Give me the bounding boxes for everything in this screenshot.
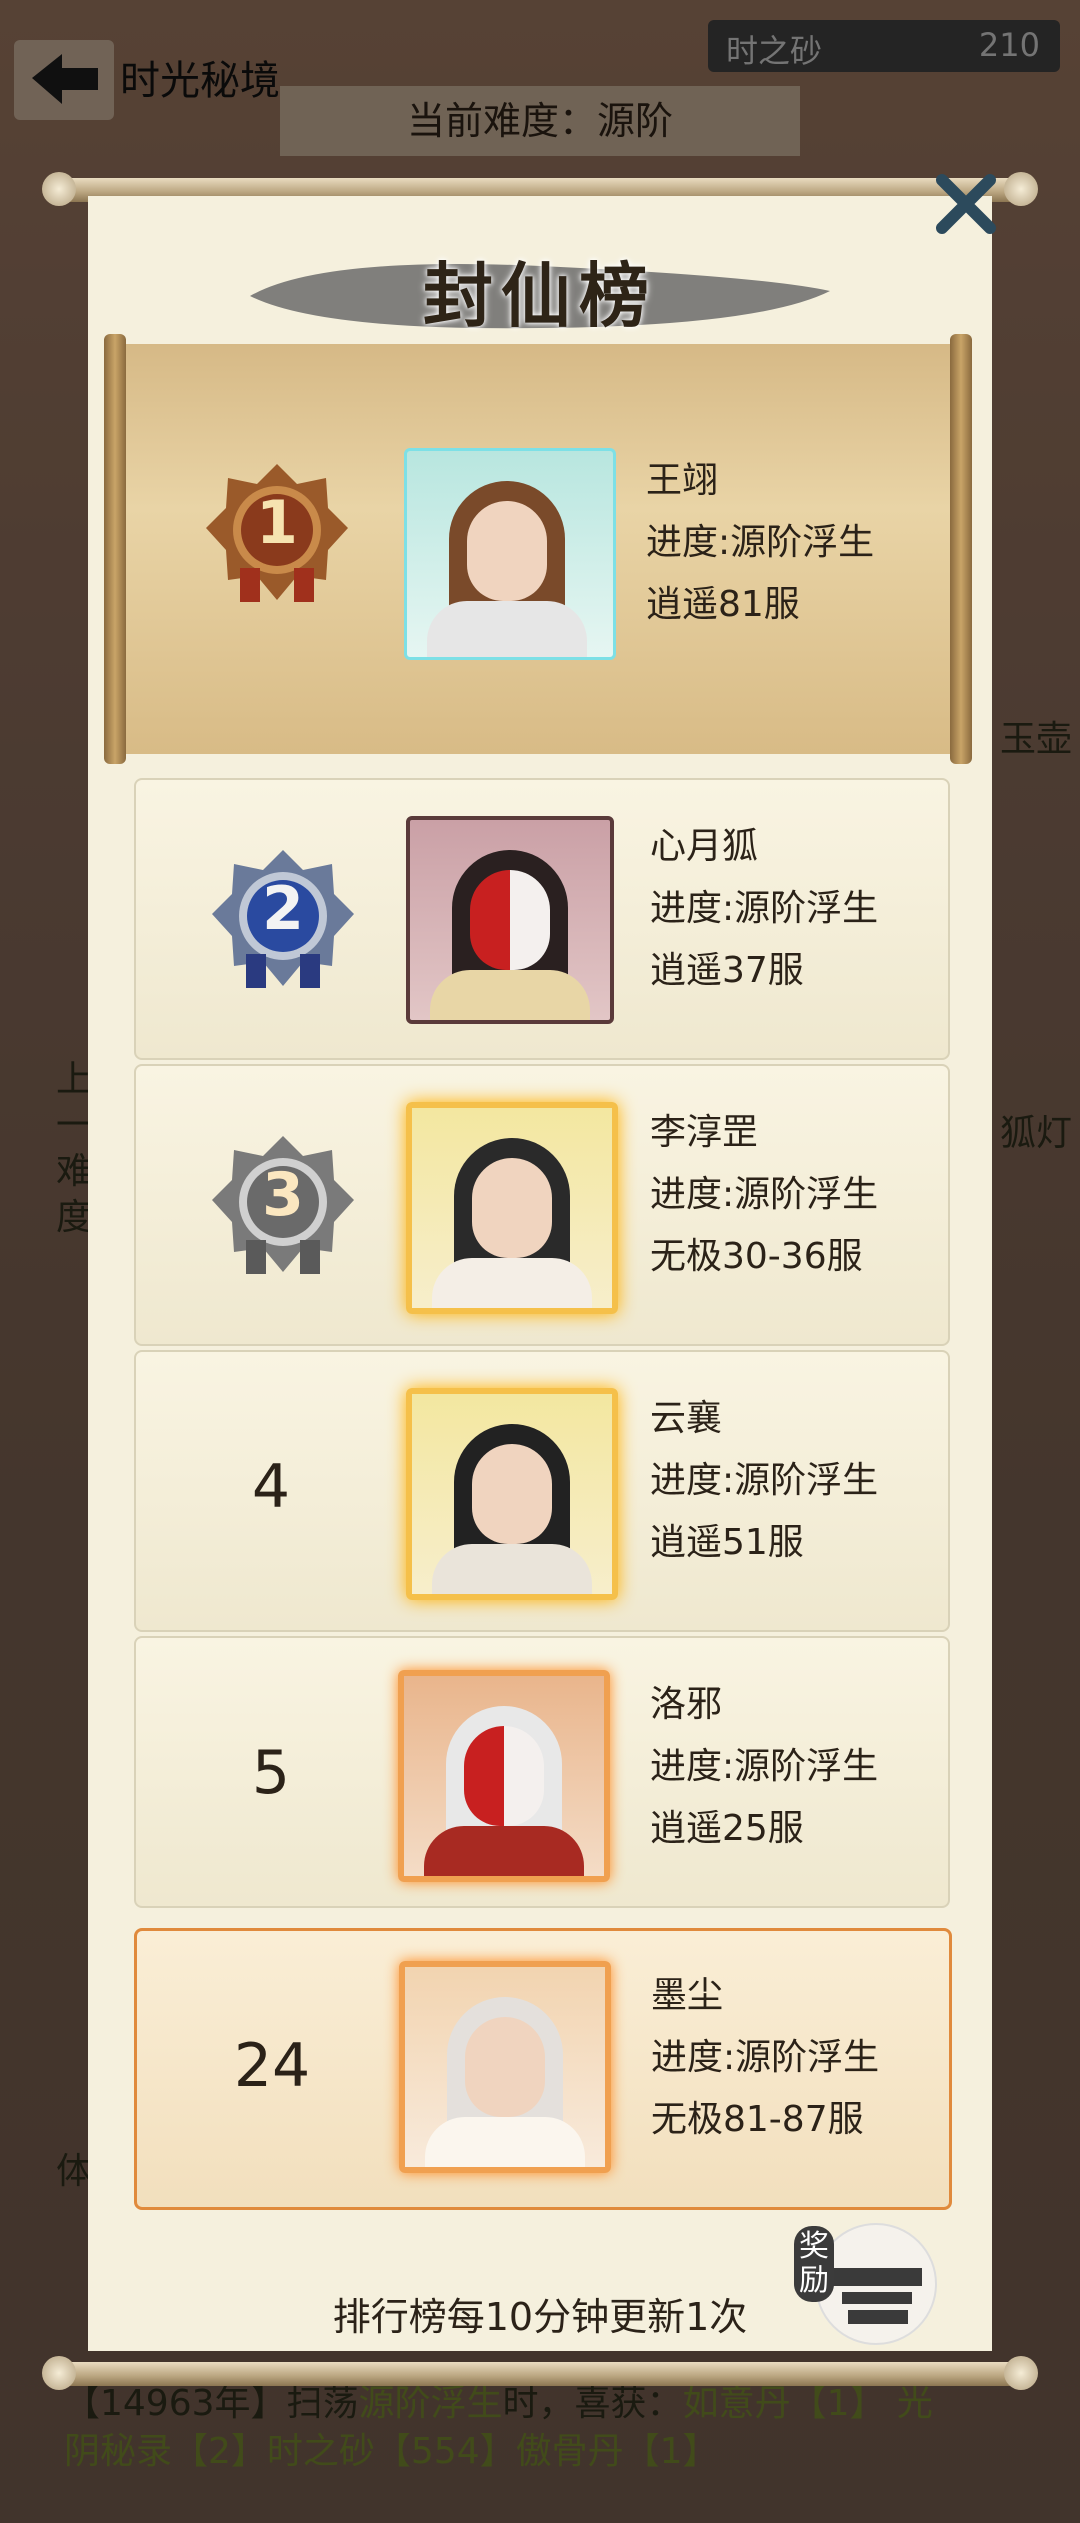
rank-number-3: 3 bbox=[262, 1160, 304, 1230]
player-progress: 进度:源阶浮生 bbox=[650, 1746, 879, 1787]
player-info-3: 李淳罡 进度:源阶浮生 无极30-36服 bbox=[650, 1102, 878, 1288]
scroll-end-right bbox=[950, 334, 972, 764]
player-server: 逍遥51服 bbox=[650, 1522, 804, 1563]
player-progress: 进度:源阶浮生 bbox=[650, 1174, 879, 1215]
player-progress: 进度:源阶浮生 bbox=[650, 888, 879, 929]
player-avatar-5[interactable] bbox=[398, 1670, 610, 1882]
player-server: 逍遥81服 bbox=[646, 584, 800, 625]
my-rank-number: 24 bbox=[233, 2031, 311, 2101]
ranking-row-3: 3 李淳罡 进度:源阶浮生 无极30-36服 bbox=[134, 1064, 950, 1346]
player-name: 李淳罡 bbox=[650, 1112, 759, 1153]
rank-number-2: 2 bbox=[262, 874, 304, 944]
ranking-row-4: 4 云襄 进度:源阶浮生 逍遥51服 bbox=[134, 1350, 950, 1632]
reward-label: 奖励 bbox=[794, 2226, 834, 2302]
player-avatar-4[interactable] bbox=[406, 1388, 618, 1600]
player-progress: 进度:源阶浮生 bbox=[651, 2037, 880, 2078]
ranking-row-5: 5 洛邪 进度:源阶浮生 逍遥25服 bbox=[134, 1636, 950, 1908]
rank-number-1: 1 bbox=[256, 488, 298, 558]
player-name: 墨尘 bbox=[651, 1975, 724, 2016]
player-info-1: 王翊 进度:源阶浮生 逍遥81服 bbox=[646, 450, 874, 636]
rank-number-5: 5 bbox=[251, 1738, 291, 1808]
player-name: 云襄 bbox=[650, 1398, 723, 1439]
player-server: 逍遥37服 bbox=[650, 950, 804, 991]
player-progress: 进度:源阶浮生 bbox=[646, 522, 875, 563]
player-info-2: 心月狐 进度:源阶浮生 逍遥37服 bbox=[650, 816, 878, 1002]
ranking-row-2: 2 心月狐 进度:源阶浮生 逍遥37服 bbox=[134, 778, 950, 1060]
ranking-row-1: 1 王翊 进度:源阶浮生 逍遥81服 bbox=[104, 334, 972, 764]
scroll-end-left bbox=[104, 334, 126, 764]
my-avatar[interactable] bbox=[399, 1961, 611, 2173]
player-avatar-3[interactable] bbox=[406, 1102, 618, 1314]
close-button[interactable] bbox=[930, 170, 1000, 240]
rank-number-4: 4 bbox=[251, 1452, 291, 1522]
player-avatar-1[interactable] bbox=[404, 448, 616, 660]
scroll-rod-bottom bbox=[42, 2356, 1038, 2390]
player-server: 无极30-36服 bbox=[650, 1236, 863, 1277]
player-name: 洛邪 bbox=[650, 1684, 723, 1725]
my-ranking-row: 24 墨尘 进度:源阶浮生 无极81-87服 bbox=[134, 1928, 952, 2210]
leaderboard-title: 封仙榜 bbox=[423, 254, 657, 337]
my-info: 墨尘 进度:源阶浮生 无极81-87服 bbox=[651, 1965, 879, 2151]
player-info-5: 洛邪 进度:源阶浮生 逍遥25服 bbox=[650, 1674, 878, 1860]
player-info-4: 云襄 进度:源阶浮生 逍遥51服 bbox=[650, 1388, 878, 1574]
player-server: 逍遥25服 bbox=[650, 1808, 804, 1849]
player-progress: 进度:源阶浮生 bbox=[650, 1460, 879, 1501]
player-server: 无极81-87服 bbox=[651, 2099, 864, 2140]
player-name: 王翊 bbox=[646, 460, 719, 501]
reward-button[interactable]: 奖励 bbox=[788, 2218, 938, 2348]
player-name: 心月狐 bbox=[650, 826, 759, 867]
close-icon bbox=[936, 174, 996, 234]
player-avatar-2[interactable] bbox=[406, 816, 614, 1024]
